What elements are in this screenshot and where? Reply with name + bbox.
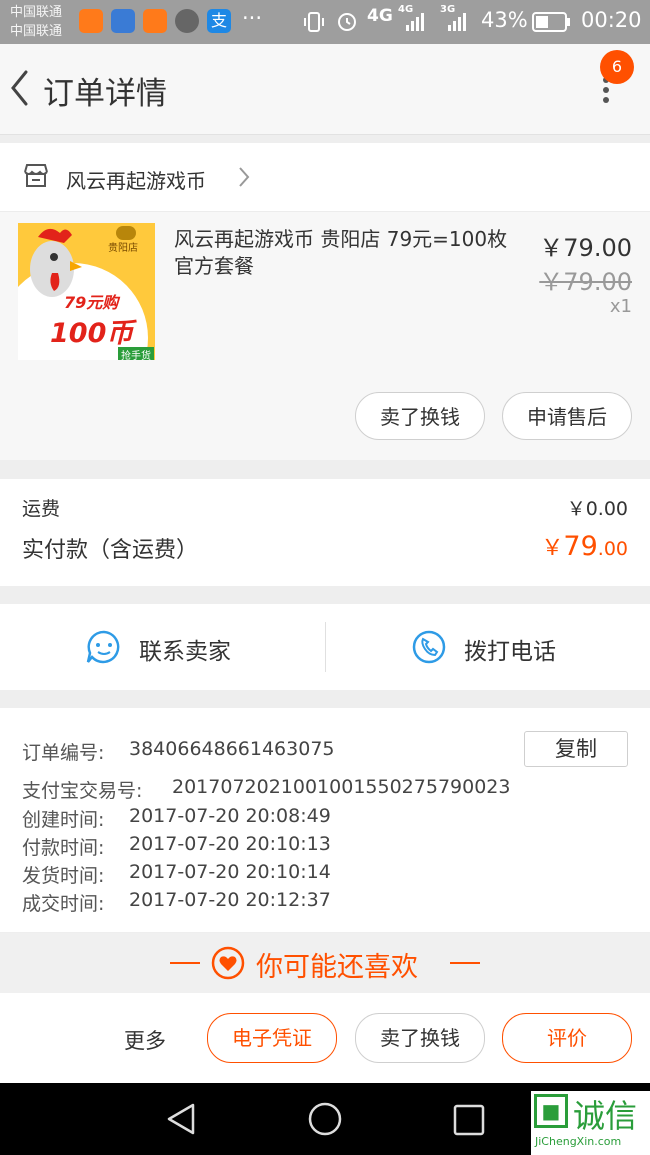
original-price: ￥79.00 xyxy=(539,268,632,296)
watermark-logo: ■ 诚信 JiChengXin.com xyxy=(531,1091,650,1155)
aftersale-button[interactable]: 申请售后 xyxy=(502,392,632,440)
call-phone-button[interactable]: 拨打电话 xyxy=(326,604,650,690)
signal-icon-1 xyxy=(406,13,424,31)
health-app-icon xyxy=(111,9,135,33)
call-phone-label: 拨打电话 xyxy=(464,639,556,665)
battery-icon xyxy=(532,12,570,32)
thumbnail-price-text: 79元购 xyxy=(64,293,119,312)
thumbnail-coin-text: 100币 xyxy=(50,318,134,349)
paid-amount: ￥79.00 xyxy=(480,530,628,562)
contact-seller-button[interactable]: 联系卖家 xyxy=(0,604,325,690)
carrier-2: 中国联通 xyxy=(10,24,63,39)
e-voucher-button[interactable]: 电子凭证 xyxy=(207,1013,337,1063)
back-triangle-icon[interactable] xyxy=(163,1101,199,1137)
order-no-label: 订单编号: xyxy=(22,742,105,764)
notification-badge: 6 xyxy=(600,50,634,84)
contact-seller-label: 联系卖家 xyxy=(139,639,231,665)
vibrate-icon xyxy=(304,12,324,32)
home-circle-icon[interactable] xyxy=(307,1101,343,1137)
review-button[interactable]: 评价 xyxy=(502,1013,632,1063)
line-right xyxy=(450,962,480,964)
chevron-right-icon xyxy=(239,167,250,187)
paid-time-label: 付款时间: xyxy=(22,837,105,859)
paid-currency: ￥ xyxy=(541,536,564,561)
paid-time: 2017-07-20 20:10:13 xyxy=(129,833,331,855)
order-info: 订单编号: 38406648661463075 复制 支付宝交易号: 20170… xyxy=(0,708,650,932)
avatar-app-icon xyxy=(175,9,199,33)
paid-decimal: .00 xyxy=(597,538,628,560)
product-card[interactable]: 贵阳店 79元购 100币 抢手货 风云再起游戏币 贵阳店 79元=100枚官方… xyxy=(0,212,650,460)
shipping-label: 运费 xyxy=(22,498,61,520)
resell-button[interactable]: 卖了换钱 xyxy=(355,392,485,440)
thumbnail-store: 贵阳店 xyxy=(108,243,138,254)
product-thumbnail: 贵阳店 79元购 100币 抢手货 xyxy=(18,223,155,360)
watermark-seal-icon: ■ xyxy=(534,1094,568,1128)
app-header: 订单详情 6 xyxy=(0,44,650,135)
clock: 00:20 xyxy=(581,8,642,32)
line-left xyxy=(170,962,200,964)
battery-percent: 43% xyxy=(481,8,528,32)
done-time: 2017-07-20 20:12:37 xyxy=(129,889,331,911)
shop-row[interactable]: 风云再起游戏币 xyxy=(0,143,650,212)
watermark-url: JiChengXin.com xyxy=(535,1135,622,1148)
alipay-no: 2017072021001001550275790023 xyxy=(172,776,511,798)
uc-browser-icon-2 xyxy=(143,9,167,33)
recents-square-icon[interactable] xyxy=(452,1103,486,1137)
carrier-1: 中国联通 xyxy=(10,5,63,20)
uc-browser-icon xyxy=(79,9,103,33)
signal-icon-2 xyxy=(448,13,466,31)
payment-summary: 运费 ￥0.00 实付款（含运费） ￥79.00 xyxy=(0,479,650,586)
paid-label: 实付款（含运费） xyxy=(22,538,199,563)
order-no: 38406648661463075 xyxy=(129,738,335,760)
network-type-1: 4G xyxy=(367,6,393,26)
alipay-icon: 支 xyxy=(207,9,231,33)
resell-button-bottom[interactable]: 卖了换钱 xyxy=(355,1013,485,1063)
more-notifications-icon: ··· xyxy=(242,6,263,30)
shipped-label: 发货时间: xyxy=(22,865,105,887)
copy-button[interactable]: 复制 xyxy=(524,731,628,767)
alarm-icon xyxy=(338,13,356,31)
more-button[interactable]: 更多 xyxy=(124,1025,166,1055)
shipped-time: 2017-07-20 20:10:14 xyxy=(129,861,331,883)
alipay-label: 支付宝交易号: xyxy=(22,780,143,802)
shop-name: 风云再起游戏币 xyxy=(66,169,206,193)
chat-icon xyxy=(86,630,120,664)
product-title: 风云再起游戏币 贵阳店 79元=100枚官方套餐 xyxy=(174,227,508,278)
system-nav-bar: ■ 诚信 JiChengXin.com xyxy=(0,1083,650,1155)
contact-bar: 联系卖家 拨打电话 xyxy=(0,604,650,690)
status-bar: 中国联通 中国联通 支 ··· 4G 4G 3G 43% 00:20 xyxy=(0,0,650,44)
page-title: 订单详情 xyxy=(43,76,167,112)
done-label: 成交时间: xyxy=(22,893,105,915)
created-time: 2017-07-20 20:08:49 xyxy=(129,805,331,827)
phone-icon xyxy=(412,630,446,664)
store-icon xyxy=(24,164,48,187)
quantity: x1 xyxy=(609,296,632,317)
back-arrow-icon[interactable] xyxy=(6,68,34,108)
shipping-value: ￥0.00 xyxy=(566,498,628,520)
paid-integer: 79 xyxy=(563,531,598,562)
watermark-brand: 诚信 xyxy=(573,1097,638,1135)
created-label: 创建时间: xyxy=(22,809,105,831)
recommend-header: 你可能还喜欢 xyxy=(0,933,650,993)
heart-icon xyxy=(211,946,245,980)
thumbnail-tag: 抢手货 xyxy=(118,347,154,360)
product-price: ￥79.00 xyxy=(539,234,632,262)
bottom-action-bar: 更多 电子凭证 卖了换钱 评价 xyxy=(0,993,650,1083)
recommend-title: 你可能还喜欢 xyxy=(256,952,418,983)
